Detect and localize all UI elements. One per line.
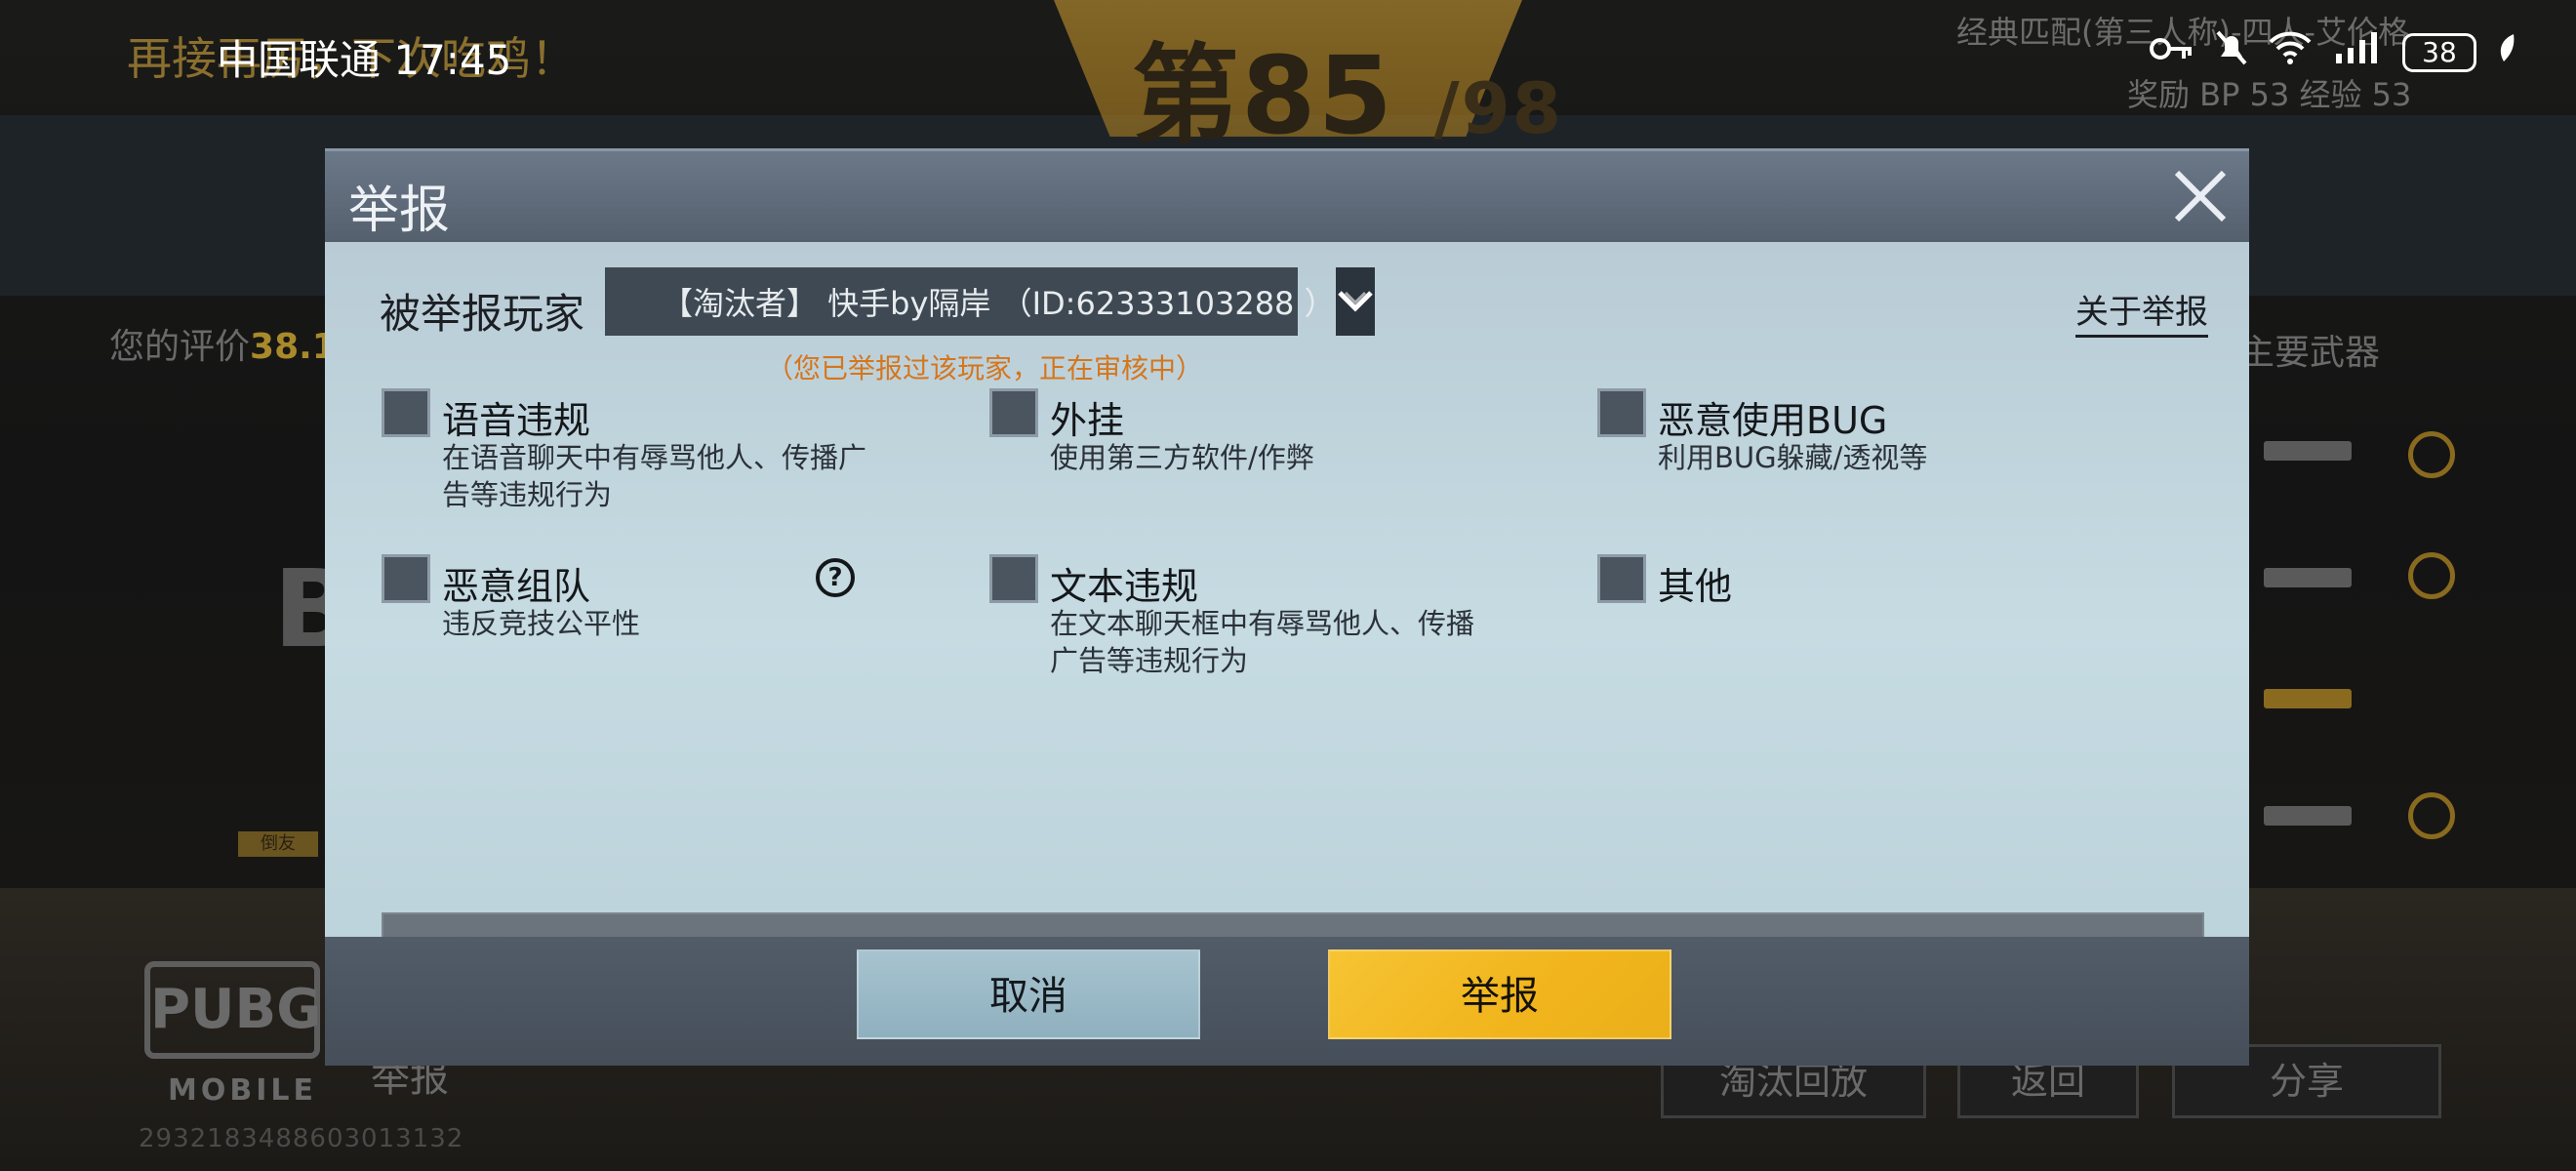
option-label: 恶意组队 [442,565,591,608]
option-description: 利用BUG躲藏/透视等 [1658,441,1928,474]
status-icons: 38 [2149,29,2517,75]
option-label: 外挂 [1050,399,1125,442]
weapon-icon [2264,806,2352,826]
close-icon [2174,170,2227,222]
carrier-time: 中国联通 17:45 [217,36,512,84]
dialog-header: 举报 [325,148,2249,242]
selected-player: 【淘汰者】 快手by隔岸 （ID:62333103288 ） [662,285,1336,322]
pubg-logo: PUBG [144,961,321,1059]
4g-signal-icon [2332,30,2383,74]
help-icon[interactable]: ? [816,558,855,597]
weapon-icon [2264,568,2352,587]
checkbox[interactable] [989,388,1038,437]
weapon-icon [2264,441,2352,461]
reported-player-label: 被举报玩家 [380,290,585,338]
weapons-label: 主要武器 [2239,333,2381,373]
leaf-icon [2496,32,2517,72]
option-description: 在文本聊天框中有辱骂他人、传播广告等违规行为 [1050,607,1475,677]
option-description: 违反竞技公平性 [442,607,641,640]
add-friend-icon[interactable] [2408,431,2455,478]
rating-value: 38.1 [250,327,337,367]
reported-player-select[interactable]: 【淘汰者】 快手by隔岸 （ID:62333103288 ） [605,267,1375,336]
mute-bell-icon [2215,29,2248,75]
key-icon [2149,33,2195,72]
dropdown-button[interactable] [1335,267,1375,336]
close-button[interactable] [2169,165,2232,227]
player-id: 2932183488603013132 [139,1124,464,1153]
about-report-link[interactable]: 关于举报 [2075,285,2208,338]
submit-report-button[interactable]: 举报 [1328,949,1671,1039]
option-description: 使用第三方软件/作弊 [1050,441,1314,474]
checkbox[interactable] [382,554,430,603]
dialog-footer [325,937,2249,1066]
dialog-body: 被举报玩家 【淘汰者】 快手by隔岸 （ID:62333103288 ） 关于举… [325,242,2249,994]
weapon-icon [2264,689,2352,708]
option-label: 文本违规 [1050,565,1199,608]
chevron-down-icon [1337,291,1373,312]
report-status-note: （您已举报过该玩家，正在审核中） [766,352,1204,384]
option-label: 恶意使用BUG [1658,399,1888,442]
checkbox[interactable] [382,388,430,437]
add-friend-icon[interactable] [2408,552,2455,599]
rating: 您的评价38.1 [109,318,337,369]
checkbox[interactable] [1597,388,1646,437]
pubg-logo-sub: MOBILE [168,1073,317,1108]
rating-label: 您的评价 [109,327,251,367]
add-friend-icon[interactable] [2408,792,2455,839]
teammate-tag: 倒友 [238,831,318,857]
option-label: 语音违规 [442,399,591,442]
checkbox[interactable] [989,554,1038,603]
battery-indicator: 38 [2402,32,2476,72]
wifi-6-icon [2268,30,2313,74]
report-dialog: 举报 被举报玩家 【淘汰者】 快手by隔岸 （ID:62333103288 ） … [325,148,2249,1066]
dialog-title: 举报 [348,182,451,240]
status-bar: 中国联通 17:45 38 [0,0,2576,115]
cancel-button[interactable]: 取消 [857,949,1200,1039]
option-description: 在语音聊天中有辱骂他人、传播广告等违规行为 [442,441,867,511]
checkbox[interactable] [1597,554,1646,603]
option-label: 其他 [1658,565,1733,608]
